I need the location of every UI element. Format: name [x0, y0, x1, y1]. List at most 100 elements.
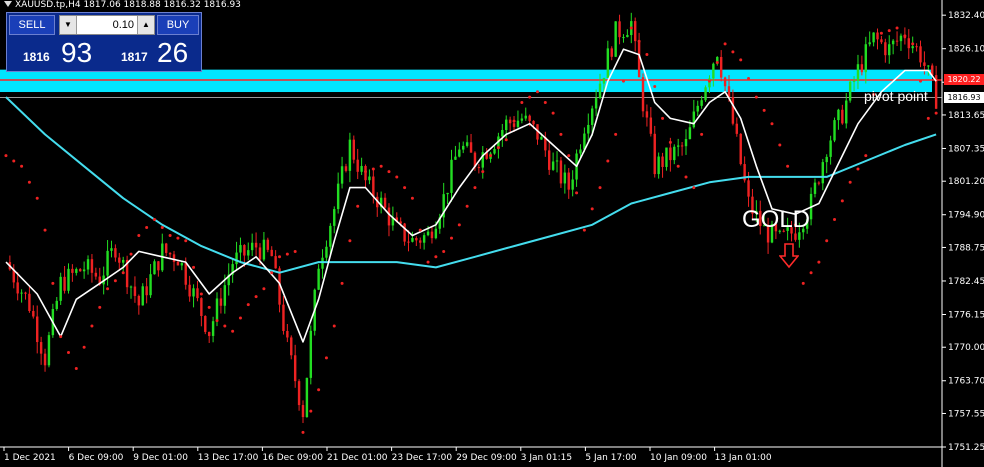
sar-dot [74, 367, 78, 371]
candle-body [649, 117, 653, 134]
sar-dot [66, 351, 70, 355]
sar-dot [715, 61, 719, 65]
sar-dot [848, 180, 852, 184]
candle-body [692, 111, 696, 128]
sar-dot [364, 170, 368, 174]
sar-dot [410, 196, 414, 200]
candle-body [372, 176, 375, 197]
candle-body [153, 261, 156, 275]
candle-body [520, 118, 524, 121]
lot-size-value[interactable]: 0.10 [80, 16, 134, 34]
candle-body [598, 83, 602, 99]
sar-dot [160, 225, 164, 229]
resistance-zone [0, 69, 932, 93]
sar-dot [473, 186, 477, 190]
candle-body [516, 120, 520, 127]
sar-dot [575, 191, 579, 195]
candle-body [286, 331, 289, 338]
sar-dot [786, 164, 790, 168]
candle-body [258, 247, 262, 260]
sar-dot [707, 79, 711, 83]
sar-dot [778, 143, 782, 147]
candle-body [723, 77, 727, 87]
sar-dot [840, 199, 844, 203]
candle-body [915, 46, 918, 48]
candle-body [301, 405, 305, 418]
sar-dot [926, 116, 930, 120]
candle-body [594, 98, 598, 109]
sar-dot [879, 31, 883, 35]
candle-body [923, 62, 926, 66]
candle-body [137, 295, 141, 306]
sar-dot [403, 186, 407, 190]
candle-body [700, 100, 703, 106]
candle-body [426, 231, 430, 236]
lot-size-field[interactable]: ▼ 0.10 ▲ [59, 15, 155, 35]
candle-body [336, 183, 340, 210]
candle-body [387, 207, 391, 226]
sar-dot [387, 170, 391, 174]
candle-body [419, 240, 422, 243]
lot-decrease-icon[interactable]: ▼ [60, 16, 77, 34]
x-tick-label: 3 Jan 01:15 [521, 453, 572, 463]
candle-body [164, 243, 168, 253]
x-tick-label: 21 Dec 01:00 [327, 453, 388, 463]
candle-body [215, 298, 219, 322]
candle-body [141, 286, 144, 306]
sar-dot [653, 84, 657, 88]
sar-dot [254, 295, 258, 299]
candle-body [235, 252, 238, 265]
pivot-point-label: pivot point [864, 88, 928, 104]
sell-price[interactable]: 1816 93 [9, 37, 103, 69]
sar-dot [324, 356, 328, 360]
candle-body [36, 316, 39, 343]
candle-body [219, 298, 223, 306]
candle-body [884, 42, 887, 56]
sar-dot [223, 324, 227, 328]
candle-body [309, 330, 313, 378]
candle-body [602, 77, 606, 84]
lot-increase-icon[interactable]: ▲ [137, 16, 154, 34]
buy-price[interactable]: 1817 26 [107, 37, 201, 69]
candle-body [719, 56, 723, 78]
candle-body [551, 161, 555, 170]
candle-body [407, 241, 410, 243]
candle-body [204, 316, 207, 332]
sar-dot [614, 132, 618, 136]
candle-body [653, 133, 656, 175]
x-tick-label: 23 Dec 17:00 [392, 453, 453, 463]
sar-dot [371, 167, 375, 171]
candle-body [24, 292, 27, 294]
candle-body [333, 209, 336, 226]
sar-dot [645, 53, 649, 57]
fast-moving-average-line [5, 48, 937, 343]
sar-dot [340, 281, 344, 285]
candle-body [548, 150, 551, 170]
collapse-triangle-icon[interactable] [4, 1, 12, 7]
candle-body [79, 269, 82, 272]
sar-dot [293, 249, 297, 253]
candle-body [454, 156, 457, 160]
candle-body [845, 100, 848, 124]
sar-dot [911, 42, 915, 46]
y-tick-label: 1763.70 [948, 377, 984, 387]
candle-body [43, 353, 47, 366]
candle-body [555, 160, 559, 162]
sar-dot [270, 271, 274, 275]
candle-body [67, 268, 70, 291]
candle-body [493, 148, 496, 154]
x-tick-label: 6 Dec 09:00 [69, 453, 124, 463]
sar-dot [246, 303, 250, 307]
sar-dot [887, 29, 891, 33]
candle-body [411, 238, 414, 242]
sar-dot [348, 239, 352, 243]
sar-dot [82, 345, 86, 349]
sar-dot [457, 223, 461, 227]
candle-body [293, 355, 297, 382]
sar-dot [817, 260, 821, 264]
sell-button[interactable]: SELL [9, 15, 55, 35]
buy-button[interactable]: BUY [157, 15, 199, 35]
sar-dot [309, 409, 313, 413]
sar-dot [825, 239, 829, 243]
y-tick-label: 1770.00 [948, 343, 984, 353]
